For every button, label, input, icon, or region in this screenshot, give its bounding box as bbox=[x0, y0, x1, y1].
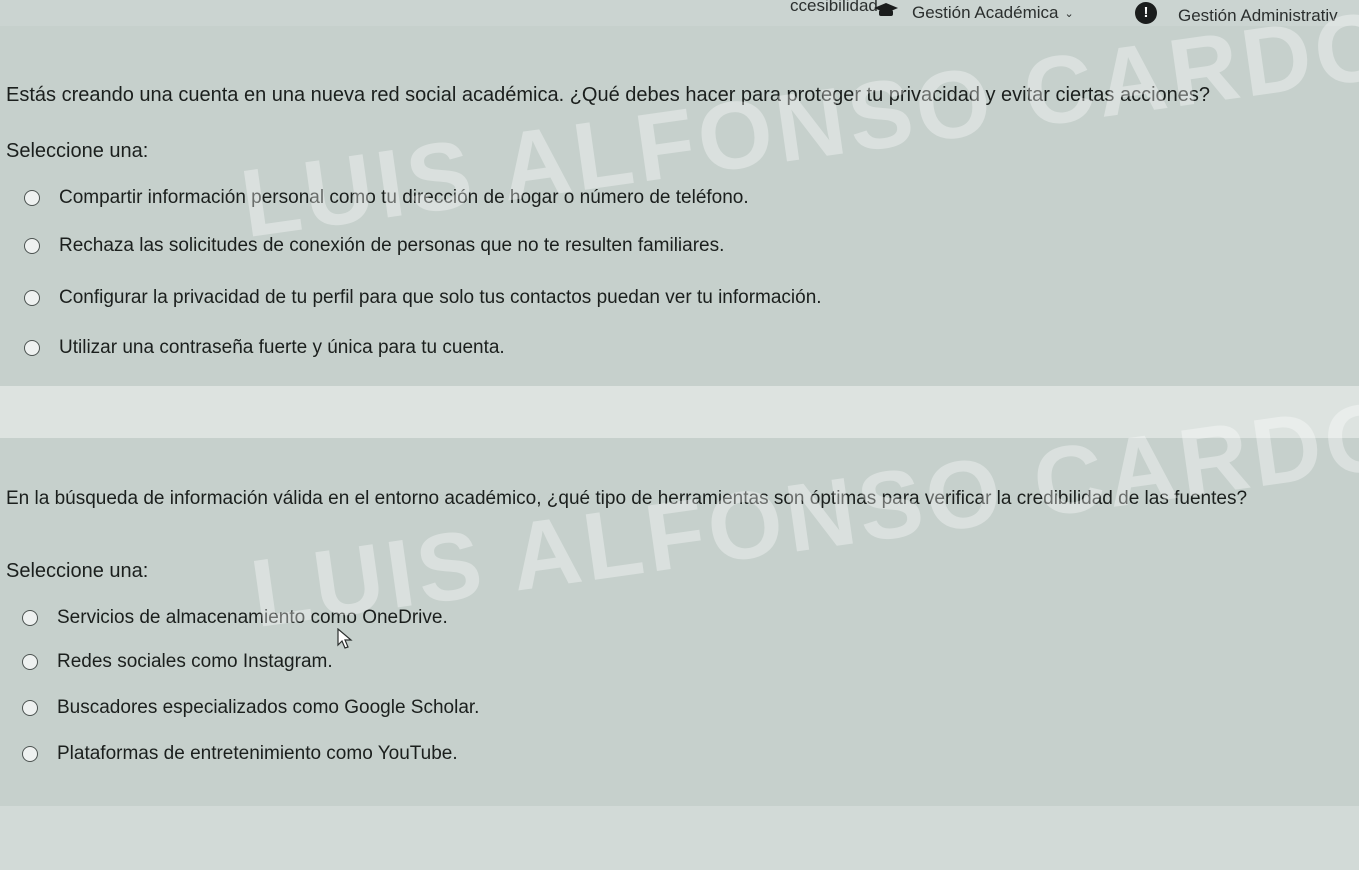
question-2-prompt: Seleccione una: bbox=[6, 560, 149, 582]
q1-option-c-label: Configurar la privacidad de tu perfil pa… bbox=[59, 287, 822, 308]
q2-option-d-label: Plataformas de entretenimiento como YouT… bbox=[57, 743, 458, 764]
gestion-administrativa-menu[interactable]: Gestión Administrativ bbox=[1178, 6, 1338, 26]
radio-button[interactable] bbox=[22, 654, 38, 670]
question-1-text: Estás creando una cuenta en una nueva re… bbox=[6, 84, 1211, 106]
question-2-text: En la búsqueda de información válida en … bbox=[6, 488, 1248, 509]
q1-option-b[interactable]: Rechaza las solicitudes de conexión de p… bbox=[24, 232, 724, 260]
q2-option-a-label: Servicios de almacenamiento como OneDriv… bbox=[57, 607, 448, 628]
q2-option-b-label: Redes sociales como Instagram. bbox=[57, 651, 333, 672]
radio-button[interactable] bbox=[22, 700, 38, 716]
q1-option-a[interactable]: Compartir información personal como tu d… bbox=[24, 184, 749, 212]
q1-option-a-label: Compartir información personal como tu d… bbox=[59, 187, 749, 208]
q1-option-b-label: Rechaza las solicitudes de conexión de p… bbox=[59, 235, 725, 256]
q2-option-a[interactable]: Servicios de almacenamiento como OneDriv… bbox=[22, 604, 448, 632]
gestion-academica-label: Gestión Académica bbox=[912, 3, 1059, 22]
q2-option-c-label: Buscadores especializados como Google Sc… bbox=[57, 697, 480, 718]
question-1-prompt: Seleccione una: bbox=[6, 140, 149, 162]
q2-option-c[interactable]: Buscadores especializados como Google Sc… bbox=[22, 694, 479, 722]
q1-option-c[interactable]: Configurar la privacidad de tu perfil pa… bbox=[24, 284, 822, 312]
mouse-pointer-icon bbox=[337, 627, 353, 655]
radio-button[interactable] bbox=[24, 190, 40, 206]
q2-option-b[interactable]: Redes sociales como Instagram. bbox=[22, 648, 333, 676]
section-divider bbox=[0, 806, 1359, 870]
accesibilidad-label: ccesibilidad bbox=[790, 0, 878, 15]
radio-button[interactable] bbox=[24, 290, 40, 306]
alert-icon: ! bbox=[1135, 2, 1157, 24]
graduation-cap-icon bbox=[873, 2, 899, 23]
radio-button[interactable] bbox=[22, 610, 38, 626]
q1-option-d-label: Utilizar una contraseña fuerte y única p… bbox=[59, 337, 505, 358]
top-navigation-bar: ccesibilidad ⌄ Gestión Académica ⌄ ! Gesti… bbox=[0, 0, 1359, 26]
radio-button[interactable] bbox=[24, 340, 40, 356]
radio-button[interactable] bbox=[22, 746, 38, 762]
section-divider bbox=[0, 386, 1359, 438]
chevron-down-icon: ⌄ bbox=[1064, 8, 1074, 21]
gestion-academica-menu[interactable]: Gestión Académica ⌄ bbox=[912, 3, 1074, 23]
radio-button[interactable] bbox=[24, 238, 40, 254]
gestion-administrativa-label: Gestión Administrativ bbox=[1178, 6, 1338, 25]
q1-option-d[interactable]: Utilizar una contraseña fuerte y única p… bbox=[24, 334, 505, 362]
q2-option-d[interactable]: Plataformas de entretenimiento como YouT… bbox=[22, 740, 458, 768]
